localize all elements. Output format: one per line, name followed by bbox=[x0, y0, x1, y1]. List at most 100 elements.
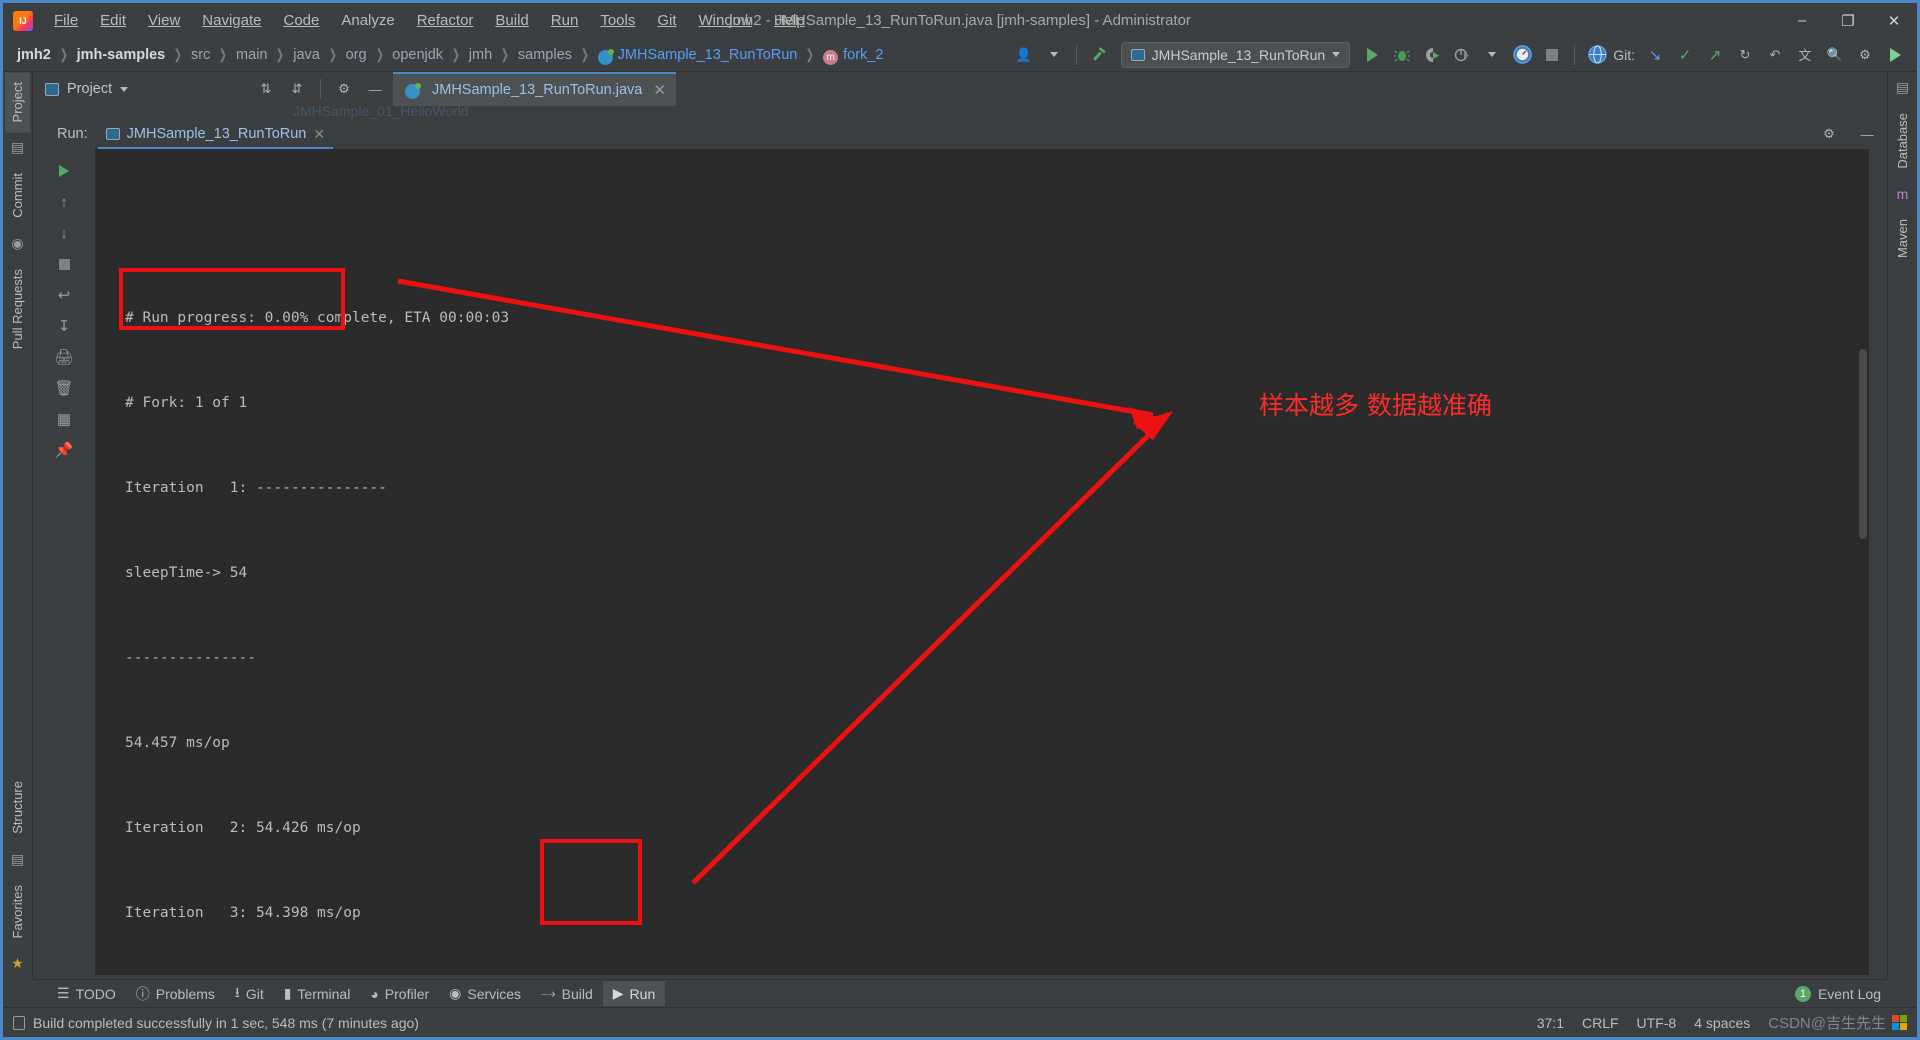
list-icon: ☰ bbox=[57, 985, 70, 1001]
run-console[interactable]: # Run progress: 0.00% complete, ETA 00:0… bbox=[95, 149, 1869, 975]
bottom-tab-problems[interactable]: ⓘ Problems bbox=[126, 980, 225, 1008]
bookmarks-icon[interactable]: ▤ bbox=[11, 844, 24, 875]
close-button[interactable]: ✕ bbox=[1871, 4, 1917, 38]
sidebar-item-commit[interactable]: Commit bbox=[5, 163, 30, 228]
up-stacktrace-button[interactable]: ↑ bbox=[49, 188, 79, 216]
pin-tab-button[interactable]: 📌 bbox=[49, 436, 79, 464]
chevron-down-icon[interactable] bbox=[1040, 42, 1068, 68]
line-separator[interactable]: CRLF bbox=[1582, 1015, 1619, 1031]
git-commit-icon[interactable]: ✓ bbox=[1671, 42, 1699, 68]
run-green-icon[interactable] bbox=[1881, 42, 1909, 68]
layout-settings-button[interactable]: ▦ bbox=[49, 405, 79, 433]
star-icon[interactable]: ★ bbox=[11, 948, 24, 979]
gear-icon[interactable]: ⚙ bbox=[330, 76, 358, 102]
run-with-coverage-button[interactable] bbox=[1418, 42, 1446, 68]
breadcrumb-item-java[interactable]: java bbox=[293, 47, 320, 63]
stop-button[interactable] bbox=[1538, 42, 1566, 68]
caret-position[interactable]: 37:1 bbox=[1537, 1015, 1564, 1031]
menu-file[interactable]: File bbox=[43, 8, 89, 33]
hide-panel-icon[interactable]: — bbox=[1853, 121, 1881, 147]
run-configuration-selector[interactable]: JMHSample_13_RunToRun bbox=[1120, 41, 1351, 68]
profile-button[interactable] bbox=[1448, 42, 1476, 68]
run-tab-JMHSample_13_RunToRun[interactable]: JMHSample_13_RunToRun ✕ bbox=[97, 123, 334, 150]
menu-git[interactable]: Git bbox=[646, 8, 687, 33]
search-everywhere-globe-icon[interactable] bbox=[1583, 42, 1611, 68]
menu-edit[interactable]: Edit bbox=[89, 8, 137, 33]
menu-analyze[interactable]: Analyze bbox=[330, 8, 405, 33]
terminal-icon: ▮ bbox=[283, 985, 292, 1001]
minimize-button[interactable]: – bbox=[1779, 4, 1825, 38]
menu-code[interactable]: Code bbox=[272, 8, 330, 33]
performance-meter-icon[interactable] bbox=[1508, 42, 1536, 68]
search-icon[interactable]: 🔍 bbox=[1821, 42, 1849, 68]
breadcrumb-item-openjdk[interactable]: openjdk bbox=[392, 47, 443, 63]
menu-navigate[interactable]: Navigate bbox=[191, 8, 272, 33]
structure-small-icon[interactable]: ▤ bbox=[11, 132, 24, 163]
bottom-tab-run[interactable]: ▶ Run bbox=[602, 981, 666, 1006]
bottom-tab-todo[interactable]: ☰ TODO bbox=[47, 981, 126, 1006]
down-stacktrace-button[interactable]: ↓ bbox=[49, 219, 79, 247]
gear-icon[interactable]: ⚙ bbox=[1815, 121, 1843, 147]
event-log-label[interactable]: Event Log bbox=[1818, 986, 1881, 1002]
breadcrumb-item-jmh[interactable]: jmh bbox=[469, 47, 492, 63]
expand-all-icon[interactable]: ⇅ bbox=[252, 76, 280, 102]
breadcrumb-item-main[interactable]: main bbox=[236, 47, 267, 63]
scroll-to-end-button[interactable]: ↧ bbox=[49, 312, 79, 340]
menu-tools[interactable]: Tools bbox=[589, 8, 646, 33]
translate-icon[interactable]: 文 bbox=[1791, 42, 1819, 68]
breadcrumb-item-samples[interactable]: samples bbox=[518, 47, 572, 63]
sidebar-item-favorites[interactable]: Favorites bbox=[5, 875, 30, 948]
collapse-all-icon[interactable]: ⇵ bbox=[283, 76, 311, 102]
menu-help[interactable]: Help bbox=[763, 8, 816, 33]
breadcrumb-item-method[interactable]: fork_2 bbox=[843, 47, 883, 63]
menu-refactor[interactable]: Refactor bbox=[406, 8, 485, 33]
breadcrumb-item-org[interactable]: org bbox=[346, 47, 367, 63]
close-icon[interactable]: ✕ bbox=[653, 81, 666, 99]
gear-icon[interactable]: ⚙ bbox=[1851, 42, 1879, 68]
console-line: # Run progress: 0.00% complete, ETA 00:0… bbox=[125, 310, 510, 327]
sidebar-item-maven[interactable]: Maven bbox=[1890, 209, 1915, 268]
run-button[interactable] bbox=[1358, 42, 1386, 68]
debug-button[interactable] bbox=[1388, 42, 1416, 68]
hide-panel-icon[interactable]: — bbox=[361, 76, 389, 102]
console-scrollbar[interactable] bbox=[1859, 349, 1867, 539]
menu-build[interactable]: Build bbox=[484, 8, 539, 33]
bottom-tab-git[interactable]: ⭳ Git bbox=[225, 978, 274, 1010]
breadcrumb-item-src[interactable]: src bbox=[191, 47, 210, 63]
bottom-tab-services[interactable]: ◉ Services bbox=[439, 981, 531, 1006]
editor-tab-JMHSample_13_RunToRun[interactable]: JMHSample_13_RunToRun.java ✕ bbox=[393, 72, 676, 106]
file-encoding[interactable]: UTF-8 bbox=[1637, 1015, 1677, 1031]
camera-icon[interactable]: ◉ bbox=[11, 228, 23, 259]
maximize-button[interactable]: ❐ bbox=[1825, 4, 1871, 38]
print-button[interactable]: 🖨 bbox=[49, 343, 79, 371]
menu-view[interactable]: View bbox=[137, 8, 191, 33]
sidebar-item-structure[interactable]: Structure bbox=[5, 771, 30, 844]
bottom-tab-build[interactable]: ⤍ Build bbox=[531, 981, 603, 1006]
database-small-icon[interactable]: ▤ bbox=[1896, 72, 1909, 103]
bottom-tab-terminal[interactable]: ▮ Terminal bbox=[274, 981, 361, 1006]
build-hammer-icon[interactable] bbox=[1085, 42, 1113, 68]
close-icon[interactable]: ✕ bbox=[313, 126, 325, 143]
sidebar-item-pull-requests[interactable]: Pull Requests bbox=[5, 259, 30, 359]
sidebar-item-project[interactable]: Project bbox=[5, 72, 30, 133]
clear-all-button[interactable]: 🗑 bbox=[49, 374, 79, 402]
rerun-button[interactable] bbox=[49, 157, 79, 185]
indent-setting[interactable]: 4 spaces bbox=[1694, 1015, 1750, 1031]
undo-icon[interactable]: ↶ bbox=[1761, 42, 1789, 68]
menu-run[interactable]: Run bbox=[540, 8, 590, 33]
menu-window[interactable]: Window bbox=[688, 8, 763, 33]
chevron-down-icon[interactable] bbox=[120, 86, 129, 92]
git-history-icon[interactable]: ↻ bbox=[1731, 42, 1759, 68]
chevron-down-icon[interactable] bbox=[1478, 42, 1506, 68]
stop-button[interactable] bbox=[49, 250, 79, 278]
git-push-icon[interactable]: ↗ bbox=[1701, 42, 1729, 68]
breadcrumb-item-class[interactable]: JMHSample_13_RunToRun bbox=[618, 47, 798, 63]
soft-wrap-button[interactable]: ↩ bbox=[49, 281, 79, 309]
git-update-icon[interactable]: ↘ bbox=[1641, 42, 1669, 68]
breadcrumb-item-jmh-samples[interactable]: jmh-samples bbox=[77, 47, 166, 63]
user-avatar-icon[interactable]: 👤 bbox=[1010, 42, 1038, 68]
sidebar-item-database[interactable]: Database bbox=[1890, 103, 1915, 179]
breadcrumb-item-jmh2[interactable]: jmh2 bbox=[17, 47, 51, 63]
maven-logo-icon[interactable]: m bbox=[1897, 179, 1909, 209]
bottom-tab-profiler[interactable]: ◕ Profiler bbox=[360, 982, 439, 1006]
